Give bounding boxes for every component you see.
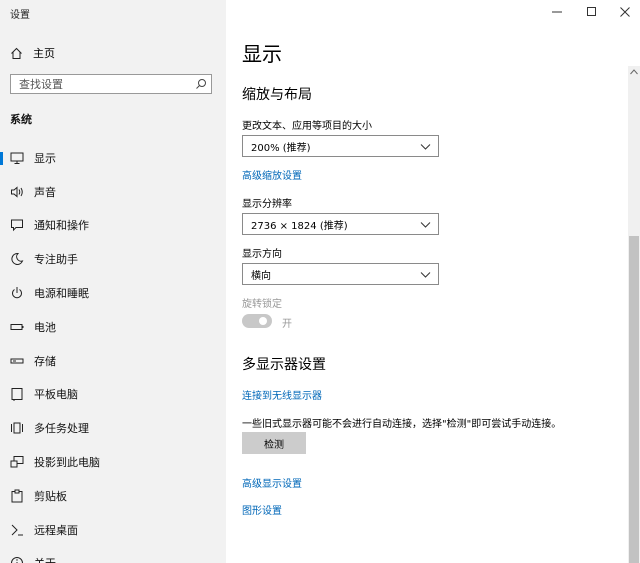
search-input[interactable] [11,75,199,93]
moon-icon [11,253,24,266]
tablet-icon [11,388,23,402]
sidebar-item-project-to-pc[interactable]: 投影到此电脑 [0,445,226,479]
sidebar-item-battery[interactable]: 电池 [0,310,226,344]
chevron-down-icon [420,272,431,278]
orientation-label: 显示方向 [242,249,282,260]
sidebar-item-sound[interactable]: 声音 [0,175,226,209]
battery-icon [10,323,24,330]
sidebar-item-label: 电池 [34,320,56,334]
detect-button[interactable]: 检测 [242,432,306,454]
wireless-display-link[interactable]: 连接到无线显示器 [242,387,322,402]
sidebar-item-label: 专注助手 [34,253,78,267]
scrollbar-thumb[interactable] [629,236,639,563]
rotation-lock-state: 开 [282,319,292,330]
storage-icon [10,358,24,364]
resolution-value: 2736 × 1824 (推荐) [251,220,348,232]
scale-layout-heading: 缩放与布局 [242,87,312,103]
graphics-settings-link[interactable]: 图形设置 [242,502,282,517]
sidebar-item-notifications[interactable]: 通知和操作 [0,209,226,243]
sidebar-item-remote-desktop[interactable]: 远程桌面 [0,513,226,547]
sidebar-item-about[interactable]: 关于 [0,547,226,563]
resolution-dropdown[interactable]: 2736 × 1824 (推荐) [242,213,439,235]
detect-description: 一些旧式显示器可能不会进行自动连接，选择"检测"即可尝试手动连接。 [242,419,562,430]
sidebar-item-label: 声音 [34,185,56,199]
sidebar-item-multitasking[interactable]: 多任务处理 [0,411,226,445]
sidebar-item-display[interactable]: 显示 [0,141,226,175]
sidebar-item-label: 多任务处理 [34,422,89,436]
home-nav-item[interactable]: 主页 [10,44,55,62]
resolution-label: 显示分辨率 [242,199,292,210]
main-content: 显示 缩放与布局 更改文本、应用等项目的大小 200% (推荐) 高级缩放设置 … [226,0,628,563]
toggle-knob [259,317,267,325]
power-icon [12,287,22,299]
orientation-dropdown[interactable]: 横向 [242,263,439,285]
sidebar-item-label: 剪贴板 [34,489,67,503]
rotation-lock-label: 旋转锁定 [242,299,282,310]
sidebar-item-storage[interactable]: 存储 [0,344,226,378]
sidebar-nav: 显示 声音 通知和操作 专注助手 电源和睡眠 电池 存储 平板电脑 多任务处理 … [0,141,226,563]
projector-icon [10,456,24,468]
scale-label: 更改文本、应用等项目的大小 [242,121,372,132]
sidebar-item-label: 通知和操作 [34,219,89,233]
sidebar-item-clipboard[interactable]: 剪贴板 [0,479,226,513]
orientation-value: 横向 [251,270,271,282]
clipboard-icon [11,489,23,503]
speaker-icon [11,186,23,198]
sidebar: 设置 主页 系统 显示 声音 通知和操作 专注助手 [0,0,226,563]
monitor-icon [10,152,24,164]
sidebar-item-power-sleep[interactable]: 电源和睡眠 [0,276,226,310]
chevron-down-icon [420,222,431,228]
sidebar-item-label: 电源和睡眠 [34,287,89,301]
chevron-down-icon [420,144,431,150]
scroll-up-arrow-icon[interactable] [630,69,638,75]
info-icon [11,557,23,563]
search-box[interactable] [10,74,212,94]
scale-dropdown[interactable]: 200% (推荐) [242,135,439,157]
sidebar-item-tablet[interactable]: 平板电脑 [0,378,226,412]
notification-icon [11,219,23,232]
section-label: 系统 [10,113,32,126]
rotation-lock-toggle[interactable] [242,314,272,328]
home-icon [11,47,22,59]
page-title: 显示 [242,42,282,66]
vertical-scrollbar[interactable] [628,66,640,563]
sidebar-item-label: 平板电脑 [34,388,78,402]
sidebar-item-label: 远程桌面 [34,523,78,537]
sidebar-item-label: 投影到此电脑 [34,456,100,470]
advanced-display-link[interactable]: 高级显示设置 [242,475,302,490]
multitasking-icon [11,422,23,434]
sidebar-item-label: 存储 [34,354,56,368]
scale-value: 200% (推荐) [251,142,311,154]
remote-desktop-icon [11,524,23,536]
multi-display-heading: 多显示器设置 [242,357,326,373]
search-icon[interactable] [195,78,207,90]
app-title: 设置 [10,10,30,21]
sidebar-item-focus-assist[interactable]: 专注助手 [0,242,226,276]
sidebar-item-label: 关于 [34,555,56,563]
advanced-scaling-link[interactable]: 高级缩放设置 [242,167,302,182]
sidebar-item-label: 显示 [34,151,56,165]
home-label: 主页 [33,47,55,60]
